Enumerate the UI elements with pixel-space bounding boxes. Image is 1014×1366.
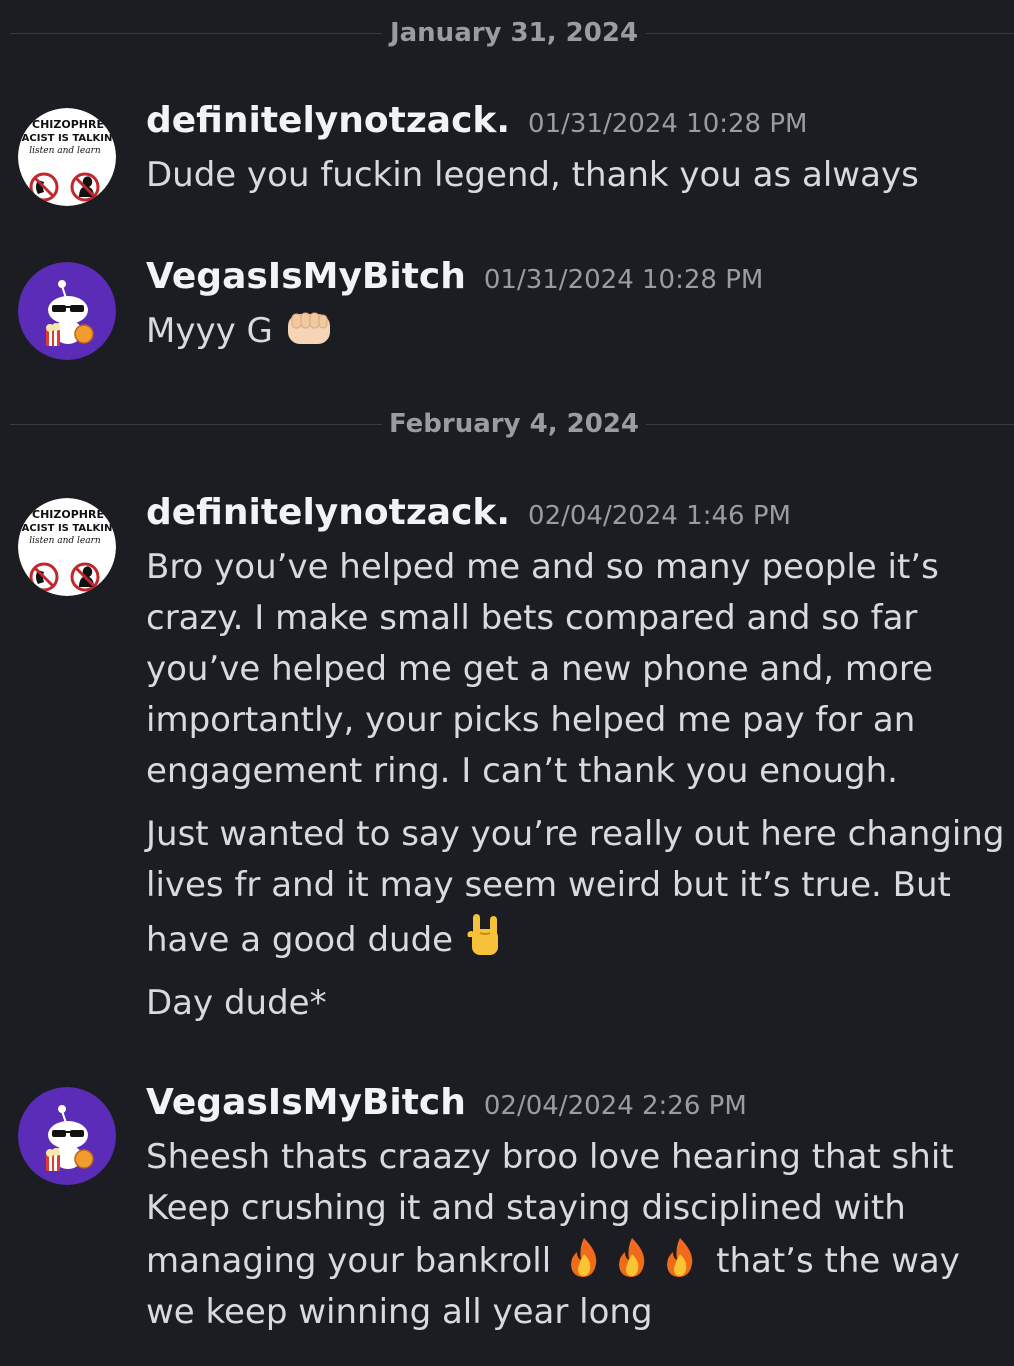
avatar-text-line1: CHIZOPHRE — [32, 508, 104, 521]
username[interactable]: VegasIsMyBitch — [146, 256, 466, 297]
timestamp[interactable]: 02/04/2024 1:46 PM — [528, 501, 791, 531]
timestamp[interactable]: 01/31/2024 10:28 PM — [484, 265, 763, 295]
message-content: Bro you’ve helped me and so many people … — [146, 542, 1006, 1041]
message-paragraph: Dude you fuckin legend, thank you as alw… — [146, 155, 919, 195]
message-paragraph: Bro you’ve helped me and so many people … — [146, 547, 939, 791]
message-header: definitelynotzack. 02/04/2024 1:46 PM — [146, 492, 791, 536]
username[interactable]: VegasIsMyBitch — [146, 1082, 466, 1123]
rock-on-hand-icon — [464, 914, 504, 959]
timestamp[interactable]: 02/04/2024 2:26 PM — [484, 1091, 747, 1121]
message-content: Sheesh thats craazy broo love hearing th… — [146, 1132, 1006, 1350]
divider-line — [646, 424, 1014, 425]
divider-line — [646, 33, 1014, 34]
avatar-text-line1: CHIZOPHRE — [32, 118, 104, 131]
username[interactable]: definitelynotzack. — [146, 100, 510, 141]
avatar[interactable] — [18, 262, 116, 360]
message-paragraph: Just wanted to say you’re really out her… — [146, 809, 1006, 966]
schizophrenic-avatar-icon: CHIZOPHRE ACIST IS TALKIN listen and lea… — [18, 498, 116, 596]
message-paragraph: Keep crushing it and staying disciplined… — [146, 1183, 1006, 1338]
date-divider-label: February 4, 2024 — [388, 409, 640, 439]
schizophrenic-avatar-icon: CHIZOPHRE ACIST IS TALKIN listen and lea… — [18, 108, 116, 206]
avatar[interactable]: CHIZOPHRE ACIST IS TALKIN listen and lea… — [18, 498, 116, 596]
reddit-snoo-avatar-icon — [18, 1087, 116, 1185]
username[interactable]: definitelynotzack. — [146, 492, 510, 533]
message-content: Myyy G — [146, 306, 1006, 369]
message-text: Myyy G — [146, 311, 273, 351]
date-divider: February 4, 2024 — [0, 409, 1014, 439]
divider-line — [10, 33, 382, 34]
message-paragraph: Sheesh thats craazy broo love hearing th… — [146, 1137, 954, 1177]
reddit-snoo-avatar-icon — [18, 262, 116, 360]
message-text: Just wanted to say you’re really out her… — [146, 814, 1005, 960]
message-header: VegasIsMyBitch 01/31/2024 10:28 PM — [146, 256, 763, 300]
date-divider: January 31, 2024 — [0, 18, 1014, 48]
message-content: Dude you fuckin legend, thank you as alw… — [146, 150, 1006, 213]
fire-icon — [562, 1238, 716, 1280]
avatar[interactable]: CHIZOPHRE ACIST IS TALKIN listen and lea… — [18, 108, 116, 206]
timestamp[interactable]: 01/31/2024 10:28 PM — [528, 109, 807, 139]
avatar-text-line3: listen and learn — [29, 536, 101, 546]
date-divider-label: January 31, 2024 — [389, 18, 639, 48]
avatar[interactable] — [18, 1087, 116, 1185]
message-header: VegasIsMyBitch 02/04/2024 2:26 PM — [146, 1082, 747, 1126]
avatar-text-line2: ACIST IS TALKIN — [22, 133, 113, 144]
fist-bump-icon — [284, 312, 334, 350]
divider-line — [10, 424, 382, 425]
message-header: definitelynotzack. 01/31/2024 10:28 PM — [146, 100, 807, 144]
avatar-text-line2: ACIST IS TALKIN — [22, 523, 113, 534]
message-paragraph: Myyy G — [146, 306, 1006, 357]
chat-log: January 31, 2024 CHIZOPHRE ACIST IS TALK… — [0, 0, 1014, 1366]
message-paragraph: Day dude* — [146, 983, 327, 1023]
avatar-text-line3: listen and learn — [29, 146, 101, 156]
